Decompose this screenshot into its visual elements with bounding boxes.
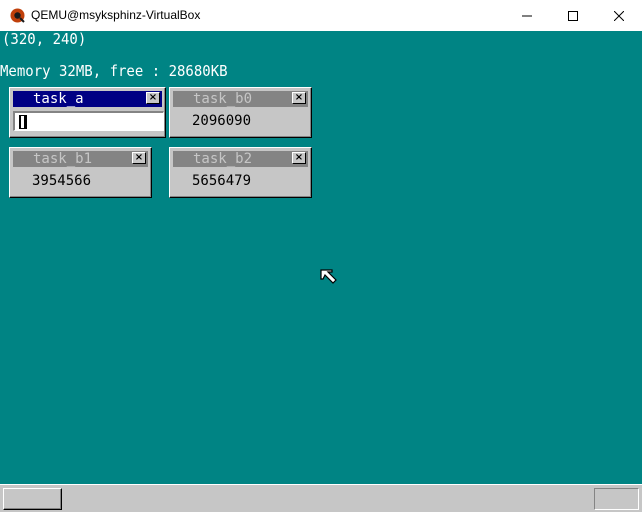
close-button[interactable] xyxy=(596,0,642,31)
window-task-b2-close-button[interactable]: × xyxy=(292,152,306,164)
minimize-icon xyxy=(522,15,532,16)
window-task-b1-titlebar[interactable]: task_b1 × xyxy=(13,151,148,167)
window-task-b1-close-button[interactable]: × xyxy=(132,152,146,164)
qemu-app-icon xyxy=(10,8,25,23)
window-task-a-titlebar[interactable]: task_a × xyxy=(13,91,162,107)
task-b2-counter: 5656479 xyxy=(192,173,252,189)
window-task-a-close-button[interactable]: × xyxy=(146,92,160,104)
window-task-b1[interactable]: task_b1 × 3954566 xyxy=(9,147,152,198)
mouse-pointer-icon xyxy=(320,269,337,284)
window-task-b2[interactable]: task_b2 × 5656479 xyxy=(169,147,312,198)
guest-screen[interactable]: (320, 240) Memory 32MB, free : 28680KB t… xyxy=(0,31,642,512)
minimize-button[interactable] xyxy=(504,0,550,31)
host-window-title: QEMU@msyksphinz-VirtualBox xyxy=(31,8,201,22)
text-cursor-highlight xyxy=(21,116,24,128)
task-b0-counter: 2096090 xyxy=(192,113,252,129)
window-task-b0[interactable]: task_b0 × 2096090 xyxy=(169,87,312,138)
host-titlebar[interactable]: QEMU@msyksphinz-VirtualBox xyxy=(0,0,642,31)
window-task-b2-titlebar[interactable]: task_b2 × xyxy=(173,151,308,167)
taskbar xyxy=(0,484,642,512)
window-task-a-title: task_a xyxy=(33,91,84,107)
task-b1-counter: 3954566 xyxy=(32,173,92,189)
system-tray xyxy=(594,488,639,510)
mouse-coordinates: (320, 240) xyxy=(2,31,87,49)
window-task-b2-title: task_b2 xyxy=(193,151,253,167)
window-task-a[interactable]: task_a × xyxy=(9,87,166,138)
maximize-icon xyxy=(568,10,578,21)
window-task-b1-title: task_b1 xyxy=(33,151,93,167)
start-button[interactable] xyxy=(3,488,62,510)
close-icon xyxy=(614,10,624,21)
memory-status: Memory 32MB, free : 28680KB xyxy=(0,63,228,81)
window-task-b0-title: task_b0 xyxy=(193,91,253,107)
window-task-b0-titlebar[interactable]: task_b0 × xyxy=(173,91,308,107)
maximize-button[interactable] xyxy=(550,0,596,31)
window-task-b0-close-button[interactable]: × xyxy=(292,92,306,104)
task-a-text-input[interactable] xyxy=(13,111,164,131)
